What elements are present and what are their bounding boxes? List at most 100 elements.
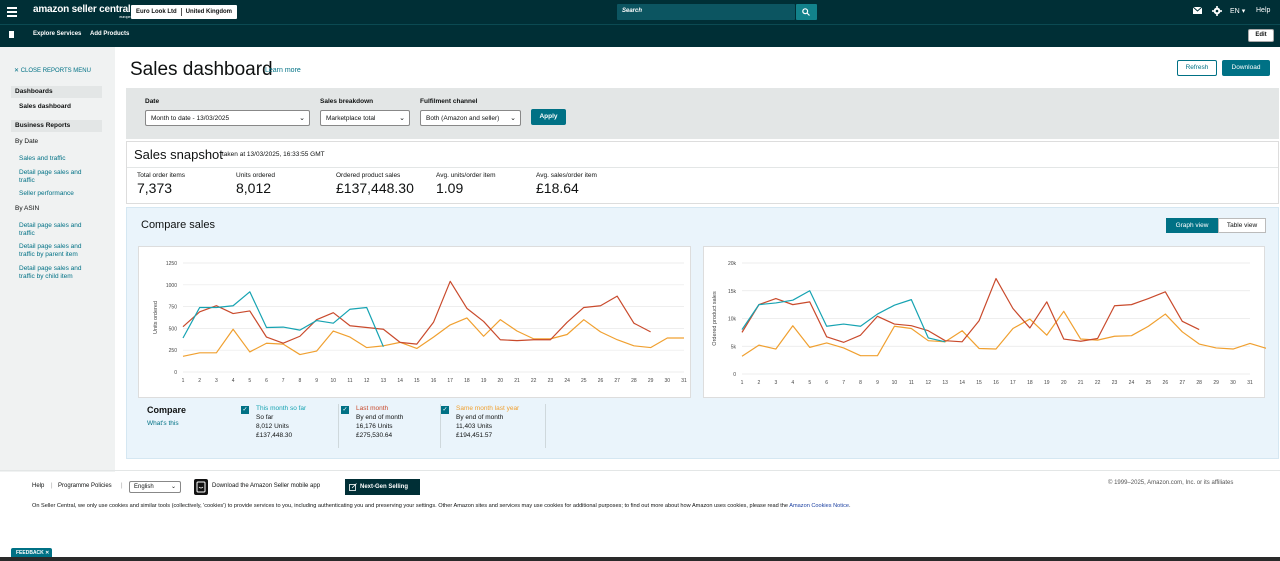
x-tick-label: 21 (514, 378, 520, 384)
graph-view-toggle[interactable]: Graph view (1166, 218, 1218, 233)
close-reports-menu[interactable]: ✕ CLOSE REPORTS MENU (14, 67, 91, 74)
x-tick-label: 28 (1196, 380, 1202, 386)
add-products-link[interactable]: Add Products (90, 31, 129, 37)
metric-value: 1.09 (436, 180, 464, 196)
sidebar-item-asin-detail-page[interactable]: Detail page sales and traffic (19, 222, 97, 238)
date-select-value: Month to date - 13/03/2025 (151, 115, 230, 122)
date-select[interactable]: Month to date - 13/03/2025 ⌄ (145, 110, 310, 126)
checkbox-checked-icon[interactable]: ✓ (441, 406, 449, 414)
footer-mobile-app-link[interactable]: Download the Amazon Seller mobile app (212, 483, 320, 489)
table-view-toggle[interactable]: Table view (1218, 218, 1266, 233)
edit-button[interactable]: Edit (1248, 29, 1274, 42)
language-select-value: English (134, 484, 154, 490)
marketplace-name: United Kingdom (185, 9, 232, 15)
page-bottom-strip (0, 557, 1280, 561)
checkbox-checked-icon[interactable]: ✓ (341, 406, 349, 414)
sidebar-item-asin-parent[interactable]: Detail page sales and traffic by parent … (19, 243, 97, 259)
x-tick-label: 21 (1078, 380, 1084, 386)
mail-icon[interactable] (1192, 6, 1203, 16)
next-gen-selling-label: Next-Gen Selling (360, 484, 409, 490)
footer-help-link[interactable]: Help (32, 483, 44, 489)
series-line-this-month[interactable] (182, 291, 384, 347)
x-tick-label: 19 (481, 378, 487, 384)
units-ordered-chart: 0 250 500 750 1000 1250 1 2 3 4 5 6 7 8 9 10 11 12 13 14 15 1… (138, 246, 691, 398)
x-tick-label: 14 (397, 378, 403, 384)
series-line-last-month[interactable] (741, 277, 1200, 343)
account-switcher[interactable]: Euro Look Ltd United Kingdom (131, 5, 237, 19)
explore-services-link[interactable]: Explore Services (33, 31, 81, 37)
product-sales-chart: 0 5k 10k 15k 20k 1 2 3 4 5 6 7 8 9 10 11 12 13 14 15 16 17 18 1… (703, 246, 1268, 398)
x-tick-label: 18 (464, 378, 470, 384)
apply-button[interactable]: Apply (531, 109, 566, 125)
y-tick-label: 0 (174, 370, 177, 376)
sidebar-item-seller-performance[interactable]: Seller performance (19, 190, 97, 198)
help-link[interactable]: Help (1256, 7, 1270, 14)
download-button[interactable]: Download (1222, 60, 1270, 76)
x-tick-label: 11 (347, 378, 352, 384)
sidebar-item-detail-page-sales-traffic[interactable]: Detail page sales and traffic (19, 169, 97, 185)
sales-breakdown-value: Marketplace total (326, 115, 376, 122)
learn-more-link[interactable]: Learn more (265, 67, 301, 74)
divider (0, 470, 1280, 471)
series-line-last-month[interactable] (182, 280, 651, 345)
account-name: Euro Look Ltd (136, 9, 177, 15)
sidebar-label-by-date: By Date (15, 138, 39, 145)
language-selector[interactable]: EN ▾ (1230, 7, 1245, 15)
legend-last-month[interactable]: ✓ Last month By end of month 16,176 Unit… (341, 404, 441, 448)
metric-value: 7,373 (137, 180, 173, 196)
cookie-notice-link[interactable]: Amazon Cookies Notice (789, 503, 849, 509)
x-tick-label: 26 (598, 378, 604, 384)
compare-legend-title: Compare (147, 405, 187, 415)
sidebar-item-sales-and-traffic[interactable]: Sales and traffic (19, 155, 97, 163)
chevron-down-icon: ⌄ (170, 484, 176, 490)
logo-text: amazon seller central (33, 4, 131, 15)
x-tick-label: 13 (381, 378, 387, 384)
y-tick-label: 20k (728, 261, 737, 267)
menu-icon[interactable] (7, 7, 17, 17)
x-tick-label: 10 (331, 378, 337, 384)
legend-units: 16,176 Units (356, 423, 393, 430)
legend-series-title: This month so far (256, 405, 307, 412)
next-gen-selling-button[interactable]: Next-Gen Selling (345, 479, 420, 495)
sidebar-item-sales-dashboard[interactable]: Sales dashboard (19, 103, 71, 110)
x-tick-label: 5 (808, 380, 811, 386)
mobile-app-icon[interactable] (194, 479, 208, 495)
sales-breakdown-select[interactable]: Marketplace total ⌄ (320, 110, 410, 126)
fulfilment-channel-label: Fulfilment channel (420, 98, 478, 105)
footer-language-select[interactable]: English ⌄ (129, 481, 181, 493)
gear-icon[interactable] (1212, 6, 1222, 18)
legend-subtitle: By end of month (456, 414, 504, 421)
legend-last-year[interactable]: ✓ Same month last year By end of month 1… (441, 404, 546, 448)
refresh-button[interactable]: Refresh (1177, 60, 1217, 76)
snapshot-title: Sales snapshot (134, 147, 223, 162)
x-tick-label: 15 (414, 378, 420, 384)
x-tick-label: 3 (774, 380, 777, 386)
search-input[interactable]: Search (617, 4, 795, 20)
units-ordered-chart-svg: 0250500750100012501 2 3 4 5 6 7 8 9 10 11 12 13 14 15 1… (153, 261, 687, 384)
legend-sales: £137,448.30 (256, 432, 293, 439)
close-icon[interactable]: ✕ (45, 550, 49, 556)
series-line-last-year[interactable] (741, 310, 1268, 357)
whats-this-link[interactable]: What's this (147, 420, 179, 427)
series-line-this-month[interactable] (741, 290, 946, 343)
legend-this-month[interactable]: ✓ This month so far So far 8,012 Units £… (241, 404, 339, 448)
x-tick-label: 24 (1129, 380, 1135, 386)
x-tick-label: 16 (431, 378, 437, 384)
x-tick-label: 25 (1146, 380, 1152, 386)
footer-programme-policies-link[interactable]: Programme Policies (58, 483, 112, 489)
fulfilment-channel-select[interactable]: Both (Amazon and seller) ⌄ (420, 110, 521, 126)
x-tick-label: 4 (791, 380, 794, 386)
x-tick-label: 12 (925, 380, 931, 386)
seller-central-logo[interactable]: amazon seller central europe (33, 4, 131, 19)
language-label: EN (1230, 8, 1240, 15)
legend-series-title: Last month (356, 405, 389, 412)
bookmark-icon[interactable] (9, 31, 14, 38)
legend-units: 11,403 Units (456, 423, 493, 430)
search-button[interactable] (796, 4, 817, 20)
secondary-navigation-bar (0, 24, 1280, 47)
sidebar-item-asin-child[interactable]: Detail page sales and traffic by child i… (19, 265, 97, 281)
y-tick-label: 500 (169, 326, 178, 332)
x-tick-label: 29 (1213, 380, 1219, 386)
sales-snapshot-panel: Sales snapshot taken at 13/03/2025, 16:3… (126, 141, 1279, 204)
checkbox-checked-icon[interactable]: ✓ (241, 406, 249, 414)
